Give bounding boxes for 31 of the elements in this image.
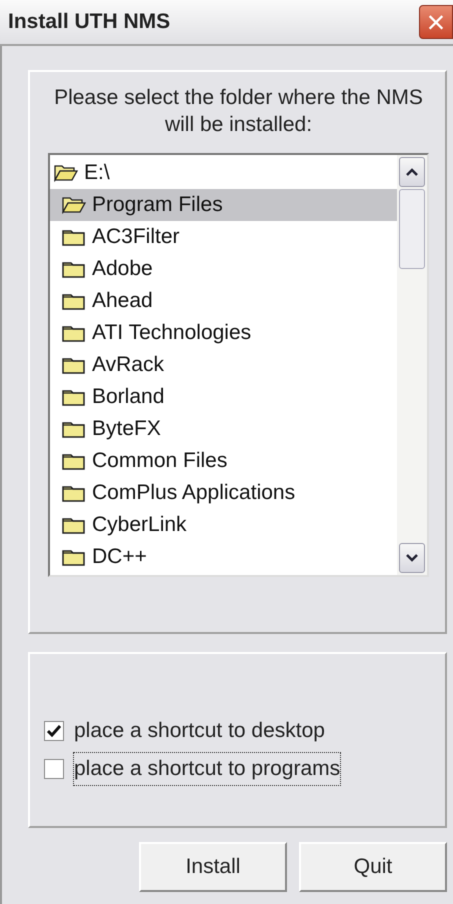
- caret-up-icon: [406, 168, 418, 176]
- scroll-up-button[interactable]: [399, 156, 425, 187]
- window-title: Install UTH NMS: [8, 9, 170, 36]
- folder-item[interactable]: E:\: [50, 156, 397, 189]
- checkbox[interactable]: [44, 721, 64, 741]
- scroll-thumb[interactable]: [399, 188, 425, 269]
- install-button[interactable]: Install: [139, 842, 287, 892]
- scrollbar[interactable]: [397, 154, 427, 575]
- folder-item[interactable]: ByteFX: [50, 412, 397, 445]
- folder-item[interactable]: ComPlus Applications: [50, 476, 397, 509]
- quit-button[interactable]: Quit: [299, 842, 447, 892]
- folder-item[interactable]: AvRack: [50, 348, 397, 381]
- folder-item[interactable]: CyberLink: [50, 508, 397, 541]
- folder-item[interactable]: AC3Filter: [50, 220, 397, 253]
- checkbox[interactable]: [44, 759, 64, 779]
- caret-down-icon: [406, 554, 418, 562]
- folder-item[interactable]: Program Files: [50, 188, 397, 221]
- open-folder-icon: [62, 195, 86, 214]
- folder-list[interactable]: E:\ Program Files AC3Filter Adobe Ahead ATI Technologies AvRack Borland ByteFX Common Files ComPlus Applications CyberLink DC++: [48, 152, 429, 577]
- folder-item[interactable]: Borland: [50, 380, 397, 413]
- scroll-down-button[interactable]: [399, 542, 425, 573]
- checkbox-label[interactable]: place a shortcut to desktop: [74, 715, 325, 747]
- folder-item[interactable]: Ahead: [50, 284, 397, 317]
- folder-item[interactable]: Common Files: [50, 444, 397, 477]
- folder-item[interactable]: ATI Technologies: [50, 316, 397, 349]
- checkbox-label[interactable]: place a shortcut to programs: [74, 753, 340, 785]
- close-button[interactable]: ×: [419, 5, 453, 39]
- open-folder-icon: [54, 163, 78, 182]
- prompt-text: Please select the folder where the NMS will be installed:: [53, 85, 424, 138]
- folder-item[interactable]: DC++: [50, 540, 397, 573]
- folder-item[interactable]: Adobe: [50, 252, 397, 285]
